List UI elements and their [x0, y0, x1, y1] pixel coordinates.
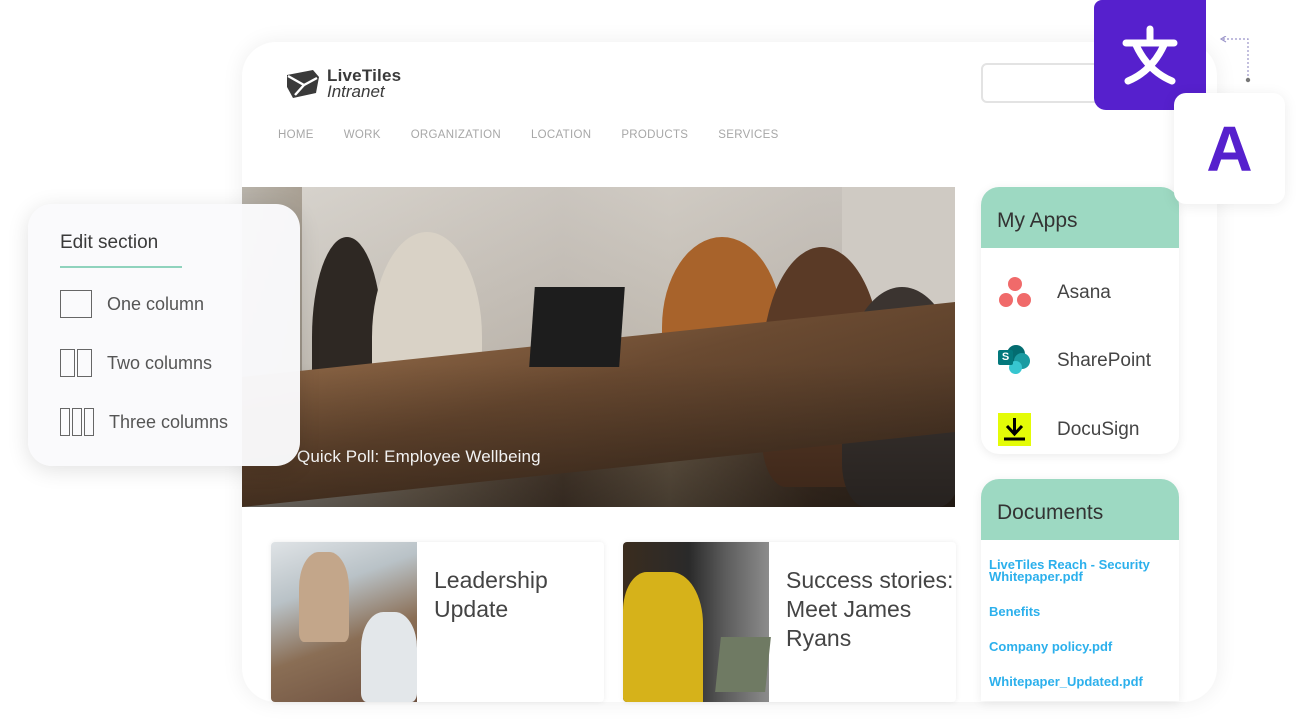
chinese-character-icon: [1122, 25, 1178, 85]
nav-services[interactable]: SERVICES: [718, 129, 778, 141]
my-apps-title: My Apps: [981, 187, 1179, 248]
documents-title: Documents: [981, 479, 1179, 540]
hero-caption[interactable]: Quick Poll: Employee Wellbeing: [297, 447, 541, 467]
document-link[interactable]: Benefits: [989, 605, 1174, 618]
app-asana[interactable]: Asana: [998, 277, 1111, 309]
app-label: DocuSign: [1057, 418, 1140, 440]
main-nav: HOME WORK ORGANIZATION LOCATION PRODUCTS…: [278, 129, 809, 141]
logo-line2: Intranet: [327, 82, 385, 101]
document-link[interactable]: Company policy.pdf: [989, 640, 1174, 653]
letter-a-icon: A: [1206, 112, 1253, 185]
three-columns-icon: [60, 408, 94, 436]
document-link[interactable]: LiveTiles Reach - Security Whitepaper.pd…: [989, 558, 1174, 583]
app-docusign[interactable]: DocuSign: [998, 413, 1139, 446]
three-columns-option[interactable]: Three columns: [60, 408, 228, 436]
translate-connector-arrow-icon: [1219, 36, 1251, 83]
my-apps-widget: My Apps Asana S SharePoint DocuSign: [981, 187, 1179, 454]
option-label: Two columns: [107, 352, 213, 373]
asana-icon: [998, 277, 1032, 309]
livetiles-logo-icon: [287, 70, 319, 98]
one-column-icon: [60, 290, 92, 318]
nav-organization[interactable]: ORGANIZATION: [411, 129, 501, 141]
article-title: Success stories: Meet James Ryans: [786, 567, 954, 651]
nav-location[interactable]: LOCATION: [531, 129, 591, 141]
article-thumbnail: [623, 542, 771, 702]
two-columns-option[interactable]: Two columns: [60, 349, 212, 377]
article-thumbnail: [271, 542, 417, 702]
search-input[interactable]: [981, 63, 1111, 103]
nav-home[interactable]: HOME: [278, 129, 314, 141]
one-column-option[interactable]: One column: [60, 290, 204, 318]
document-link[interactable]: Whitepaper_Updated.pdf: [989, 675, 1174, 688]
docusign-icon: [998, 413, 1031, 446]
two-columns-icon: [60, 349, 92, 377]
app-label: Asana: [1057, 282, 1111, 303]
edit-section-title: Edit section: [60, 232, 159, 253]
article-title: Leadership Update: [434, 567, 548, 622]
livetiles-logo[interactable]: LiveTiles Intranet: [285, 67, 401, 101]
nav-work[interactable]: WORK: [344, 129, 381, 141]
option-label: One column: [107, 293, 205, 314]
translate-target-button[interactable]: A: [1174, 93, 1285, 204]
app-label: SharePoint: [1057, 350, 1152, 371]
edit-section-underline: [60, 266, 182, 268]
article-card[interactable]: Success stories: Meet James Ryans: [623, 542, 956, 702]
option-label: Three columns: [109, 411, 229, 432]
app-sharepoint[interactable]: S SharePoint: [998, 345, 1151, 377]
nav-products[interactable]: PRODUCTS: [621, 129, 688, 141]
documents-widget: Documents LiveTiles Reach - Security Whi…: [981, 479, 1179, 701]
sharepoint-icon: S: [998, 345, 1032, 377]
article-card[interactable]: Leadership Update: [271, 542, 604, 702]
